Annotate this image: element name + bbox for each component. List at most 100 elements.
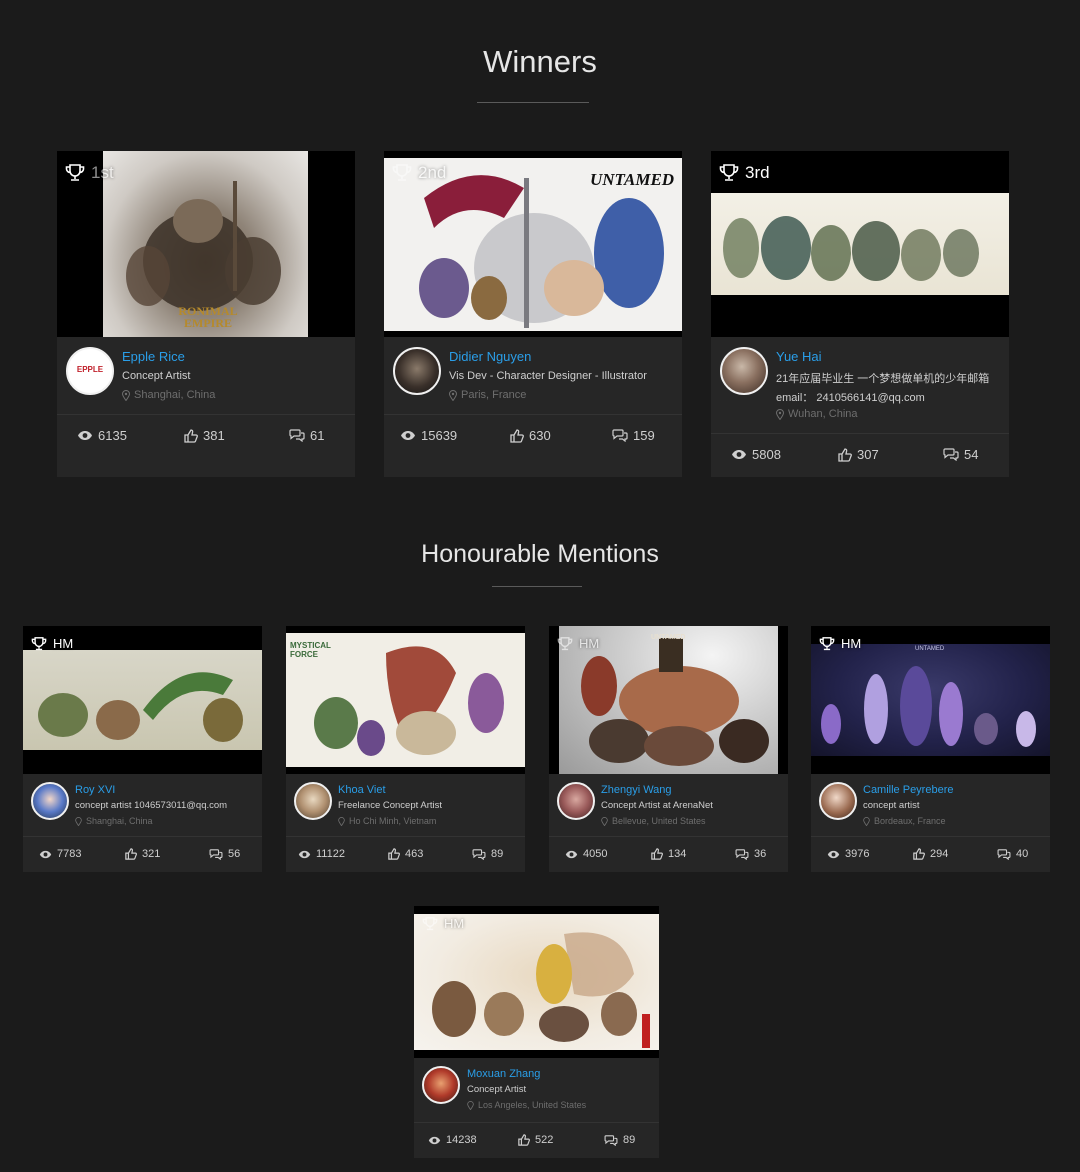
artist-role: Concept Artist (122, 370, 191, 382)
artwork-thumbnail[interactable]: MYSTICAL FORCE (286, 626, 525, 774)
likes-stat[interactable]: 134 (651, 848, 686, 860)
likes-stat[interactable]: 522 (518, 1134, 553, 1146)
artwork-thumbnail[interactable]: UNTAMED HM (549, 626, 788, 774)
artist-location: Bordeaux, France (863, 816, 946, 826)
trophy-icon (557, 636, 573, 650)
avatar[interactable] (31, 782, 69, 820)
avatar[interactable] (294, 782, 332, 820)
comments-count: 159 (633, 428, 655, 443)
artist-name[interactable]: Roy XVI (75, 784, 115, 796)
artwork-image (711, 193, 1009, 295)
likes-stat[interactable]: 463 (388, 848, 423, 860)
comments-stat[interactable]: 54 (943, 447, 978, 462)
artist-name[interactable]: Khoa Viet (338, 784, 386, 796)
card-divider (23, 836, 262, 837)
hm-card-1[interactable]: HM Roy XVI concept artist 1046573011@qq.… (23, 626, 262, 872)
eye-icon (827, 850, 840, 858)
location-text: Ho Chi Minh, Vietnam (349, 816, 437, 826)
location-pin-icon (75, 816, 82, 826)
avatar[interactable] (819, 782, 857, 820)
artwork-thumbnail[interactable]: HM (23, 626, 262, 774)
avatar[interactable]: EPPLE (66, 347, 114, 395)
hm-label: HM (444, 916, 465, 931)
artwork-thumbnail[interactable]: RONIMAL EMPIRE 1st (57, 151, 355, 337)
likes-count: 381 (203, 428, 225, 443)
card-divider (711, 433, 1009, 434)
views-stat: 14238 (428, 1134, 477, 1146)
likes-count: 522 (535, 1134, 554, 1146)
comments-stat[interactable]: 159 (612, 428, 655, 443)
hm-badge: HM (819, 636, 861, 651)
artwork-title-text: MYSTICAL FORCE (290, 641, 331, 659)
comments-stat[interactable]: 89 (604, 1134, 635, 1146)
rank-label: 2nd (418, 163, 447, 182)
views-stat: 7783 (39, 848, 81, 860)
hm-card-2[interactable]: MYSTICAL FORCE Khoa Viet Freelance Conce… (286, 626, 525, 872)
comments-count: 40 (1016, 848, 1029, 860)
rank-badge: 2nd (392, 163, 446, 183)
comments-stat[interactable]: 56 (209, 848, 240, 860)
comments-icon (612, 429, 628, 442)
location-pin-icon (122, 389, 130, 401)
location-pin-icon (449, 389, 457, 401)
trophy-icon (392, 164, 412, 181)
comments-icon (209, 848, 223, 860)
comments-icon (735, 848, 749, 860)
comments-stat[interactable]: 89 (472, 848, 503, 860)
artwork-image: MYSTICAL FORCE (286, 633, 525, 767)
likes-stat[interactable]: 630 (510, 428, 551, 443)
artist-name[interactable]: Moxuan Zhang (467, 1068, 540, 1080)
artist-name[interactable]: Epple Rice (122, 349, 185, 364)
comments-stat[interactable]: 61 (289, 428, 324, 443)
avatar[interactable] (393, 347, 441, 395)
artist-name[interactable]: Didier Nguyen (449, 349, 531, 364)
winner-card-3[interactable]: 3rd Yue Hai 21年应届毕业生 一个梦想做单机的少年邮箱 email：… (711, 151, 1009, 477)
comments-stat[interactable]: 36 (735, 848, 766, 860)
comments-icon (472, 848, 486, 860)
views-count: 15639 (421, 428, 458, 443)
comments-count: 56 (228, 848, 241, 860)
avatar[interactable] (422, 1066, 460, 1104)
artwork-thumbnail[interactable]: UNTAMED 2nd (384, 151, 682, 337)
hm-label: HM (53, 636, 74, 651)
artwork-image (414, 914, 659, 1050)
comments-icon (604, 1134, 618, 1146)
comments-count: 54 (964, 447, 979, 462)
artwork-thumbnail[interactable]: 3rd (711, 151, 1009, 337)
artist-location: Ho Chi Minh, Vietnam (338, 816, 436, 826)
winners-title: Winners (483, 44, 597, 79)
artwork-thumbnail[interactable]: UNTAMED HM (811, 626, 1050, 774)
card-divider (57, 414, 355, 415)
artist-role: Concept Artist at ArenaNet (601, 800, 713, 811)
views-stat: 5808 (731, 447, 781, 462)
likes-count: 307 (857, 447, 879, 462)
thumbs-up-icon (125, 848, 137, 860)
honourable-mentions-title: Honourable Mentions (421, 540, 659, 568)
hm-card-3[interactable]: UNTAMED HM Zhengyi Wang Concept Artist a… (549, 626, 788, 872)
winner-card-1[interactable]: RONIMAL EMPIRE 1st EPPLE Epple Rice Conc… (57, 151, 355, 477)
trophy-icon (719, 164, 739, 181)
artwork-thumbnail[interactable]: HM (414, 906, 659, 1058)
likes-stat[interactable]: 321 (125, 848, 160, 860)
artist-role: Freelance Concept Artist (338, 800, 443, 811)
comments-stat[interactable]: 40 (997, 848, 1028, 860)
avatar-logo-text: EPPLE (76, 365, 104, 374)
likes-stat[interactable]: 307 (838, 447, 879, 462)
hm-card-5[interactable]: HM Moxuan Zhang Concept Artist Los Angel… (414, 906, 659, 1158)
comments-count: 89 (491, 848, 504, 860)
artist-name[interactable]: Camille Peyrebere (863, 784, 953, 796)
artist-name[interactable]: Yue Hai (776, 349, 822, 364)
avatar[interactable] (557, 782, 595, 820)
artwork-image: UNTAMED (384, 158, 682, 331)
winner-card-2[interactable]: UNTAMED 2nd Didier Nguyen Vis Dev - Char… (384, 151, 682, 477)
artist-role: concept artist 1046573011@qq.com (75, 800, 228, 811)
hm-card-4[interactable]: UNTAMED HM Camille Peyrebere concept art… (811, 626, 1050, 872)
likes-stat[interactable]: 294 (913, 848, 948, 860)
location-pin-icon (776, 408, 784, 420)
artist-name[interactable]: Zhengyi Wang (601, 784, 672, 796)
location-pin-icon (338, 816, 345, 826)
eye-icon (39, 850, 52, 858)
likes-stat[interactable]: 381 (184, 428, 225, 443)
avatar[interactable] (720, 347, 768, 395)
artwork-title-text: UNTAMED (651, 634, 686, 641)
